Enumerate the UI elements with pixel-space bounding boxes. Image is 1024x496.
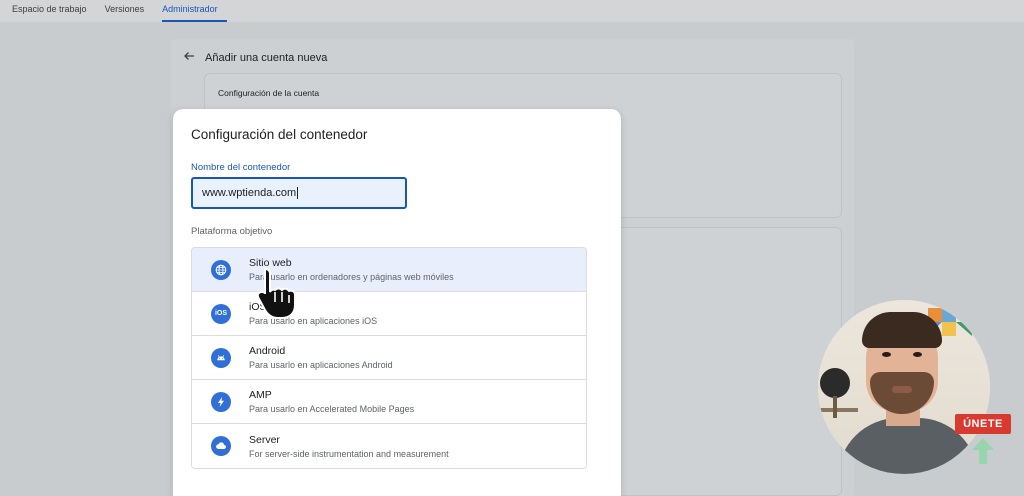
- account-config-label: Configuración de la cuenta: [218, 88, 320, 98]
- android-icon: [211, 347, 231, 368]
- platform-label: Plataforma objetivo: [191, 226, 273, 237]
- platform-desc: For server-side instrumentation and meas…: [249, 448, 449, 459]
- platform-option-amp[interactable]: AMP Para usarlo en Accelerated Mobile Pa…: [192, 380, 586, 424]
- join-badge[interactable]: ÚNETE: [955, 414, 1011, 434]
- globe-icon: [211, 259, 231, 280]
- tab-versions[interactable]: Versiones: [105, 4, 154, 22]
- arrow-left-icon[interactable]: [183, 50, 195, 65]
- platform-name: Server: [249, 433, 280, 446]
- platform-desc: Para usarlo en aplicaciones Android: [249, 360, 393, 370]
- webcam-overlay: [818, 300, 990, 474]
- text-caret: [297, 187, 299, 199]
- tab-admin[interactable]: Administrador: [162, 4, 227, 22]
- platform-name: Android: [249, 345, 286, 357]
- tab-workspace[interactable]: Espacio de trabajo: [12, 4, 96, 22]
- page-title: Añadir una cuenta nueva: [205, 51, 328, 64]
- platform-list: Sitio web Para usarlo en ordenadores y p…: [191, 247, 587, 469]
- ios-icon: iOS: [211, 303, 231, 324]
- lightning-icon: [211, 391, 231, 412]
- container-config-dialog: Configuración del contenedor Nombre del …: [173, 109, 621, 496]
- dialog-title: Configuración del contenedor: [191, 127, 368, 142]
- arrow-up-icon: [972, 438, 994, 464]
- platform-option-ios[interactable]: iOS iOS Para usarlo en aplicaciones iOS: [192, 292, 586, 336]
- container-name-value: www.wptienda.com: [202, 187, 297, 199]
- cloud-icon: [211, 436, 231, 456]
- platform-desc: Para usarlo en Accelerated Mobile Pages: [249, 404, 415, 414]
- top-nav: Espacio de trabajo Versiones Administrad…: [0, 0, 1024, 22]
- platform-option-android[interactable]: Android Para usarlo en aplicaciones Andr…: [192, 336, 586, 380]
- container-name-input[interactable]: www.wptienda.com: [191, 177, 407, 209]
- platform-option-server[interactable]: Server For server-side instrumentation a…: [192, 424, 586, 468]
- platform-name: AMP: [249, 389, 272, 401]
- container-name-label: Nombre del contenedor: [191, 162, 291, 173]
- platform-option-web[interactable]: Sitio web Para usarlo en ordenadores y p…: [192, 248, 586, 292]
- background-header: Añadir una cuenta nueva: [183, 50, 327, 65]
- hand-pointer-icon: [256, 267, 296, 319]
